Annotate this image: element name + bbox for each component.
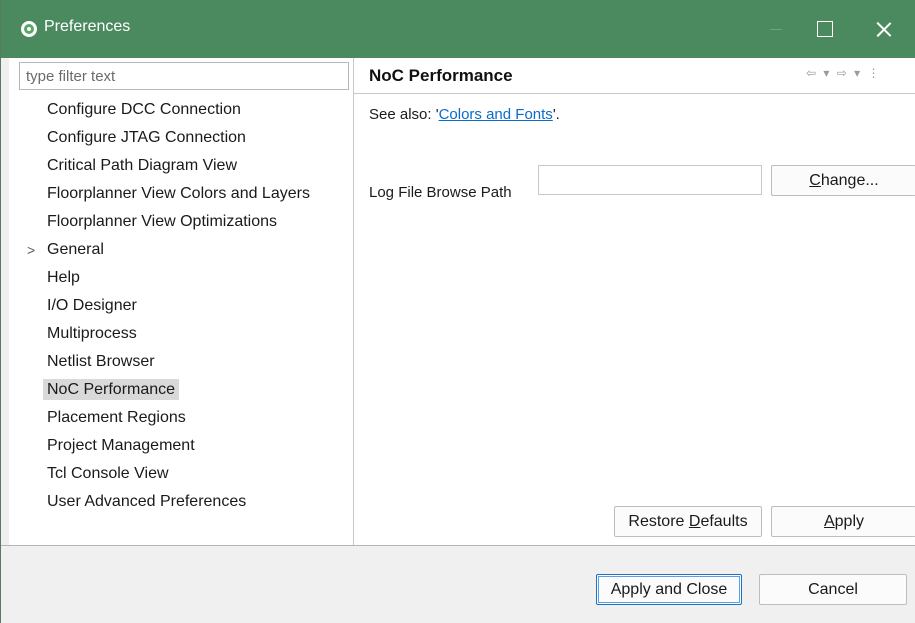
tree-item-label: Configure DCC Connection [47, 101, 241, 118]
tree-item[interactable]: NoC Performance [9, 376, 354, 404]
title-bar[interactable]: Preferences [1, 0, 915, 58]
restore-defaults-button[interactable]: Restore Defaults [614, 506, 762, 537]
tree-item-label: NoC Performance [43, 379, 180, 400]
see-also-prefix: See also: ' [369, 106, 439, 123]
tree-item[interactable]: Project Management [9, 432, 354, 460]
tree-item[interactable]: Configure JTAG Connection [9, 124, 354, 152]
tree-item-label: Placement Regions [47, 409, 186, 426]
tree-item[interactable]: User Advanced Preferences [9, 488, 354, 516]
maximize-button[interactable] [801, 0, 847, 58]
minimize-button[interactable] [753, 0, 799, 58]
tree-item[interactable]: Help [9, 264, 354, 292]
page-header: NoC Performance ⇦ ▾ ⇨ ▾ ⋮ [354, 58, 915, 94]
chevron-right-icon[interactable]: > [27, 236, 35, 264]
change-mnemonic: C [809, 172, 821, 189]
change-button[interactable]: Change... [771, 165, 915, 196]
tree-item-label: Multiprocess [47, 325, 137, 342]
tree-item-label: I/O Designer [47, 297, 137, 314]
tree-item-label: Tcl Console View [47, 465, 169, 482]
preference-tree-pane: Configure DCC Connection Configure JTAG C… [9, 58, 354, 545]
tree-item[interactable]: I/O Designer [9, 292, 354, 320]
app-logo-icon [21, 21, 37, 37]
tree-item-label: Floorplanner View Optimizations [47, 213, 278, 230]
preference-page: NoC Performance ⇦ ▾ ⇨ ▾ ⋮ See also: 'Col… [354, 58, 915, 545]
tree-item[interactable]: Tcl Console View [9, 460, 354, 488]
window-title: Preferences [44, 18, 131, 35]
tree-item[interactable]: Multiprocess [9, 320, 354, 348]
see-also-suffix: '. [552, 106, 560, 123]
restore-mnemonic: D [688, 513, 701, 530]
page-title: NoC Performance [369, 66, 513, 85]
tree-item-label: User Advanced Preferences [47, 493, 247, 510]
cancel-button[interactable]: Cancel [759, 574, 907, 605]
tree-item-label: Floorplanner View Colors and Layers [47, 185, 310, 202]
change-label-post: hange... [820, 172, 879, 189]
close-button[interactable] [861, 0, 907, 58]
restore-label-post: efaults [700, 513, 748, 530]
restore-label-pre: Restore [628, 513, 689, 530]
preference-tree: Configure DCC Connection Configure JTAG C… [9, 96, 354, 516]
apply-and-close-button[interactable]: Apply and Close [596, 574, 742, 605]
tree-item[interactable]: Critical Path Diagram View [9, 152, 354, 180]
apply-button[interactable]: Apply [771, 506, 915, 537]
tree-item[interactable]: Floorplanner View Optimizations [9, 208, 354, 236]
apply-label-post: pply [834, 513, 865, 530]
tree-item-label: Critical Path Diagram View [47, 157, 237, 174]
log-file-path-label: Log File Browse Path [369, 184, 512, 201]
dialog-footer: Apply and Close Cancel [1, 545, 915, 623]
tree-item[interactable]: Placement Regions [9, 404, 354, 432]
tree-item[interactable]: Floorplanner View Colors and Layers [9, 180, 354, 208]
tree-item[interactable]: Configure DCC Connection [9, 96, 354, 124]
tree-item-label: Netlist Browser [47, 353, 155, 370]
tree-item-label: General [47, 241, 104, 258]
see-also-text: See also: 'Colors and Fonts'. [369, 106, 560, 123]
colors-and-fonts-link[interactable]: Colors and Fonts [439, 106, 553, 123]
apply-mnemonic: A [823, 513, 835, 530]
preferences-dialog: Preferences Configure DCC ConnectionConf… [0, 0, 915, 623]
tree-item-label: Help [47, 269, 80, 286]
tree-item[interactable]: Netlist Browser [9, 348, 354, 376]
tree-item[interactable]: > General [9, 236, 354, 264]
filter-input[interactable] [19, 62, 349, 90]
tree-item-label: Project Management [47, 437, 195, 454]
log-file-path-input[interactable] [538, 165, 762, 195]
navigation-arrows-icon[interactable]: ⇦ ▾ ⇨ ▾ ⋮ [806, 66, 882, 80]
tree-item-label: Configure JTAG Connection [47, 129, 246, 146]
